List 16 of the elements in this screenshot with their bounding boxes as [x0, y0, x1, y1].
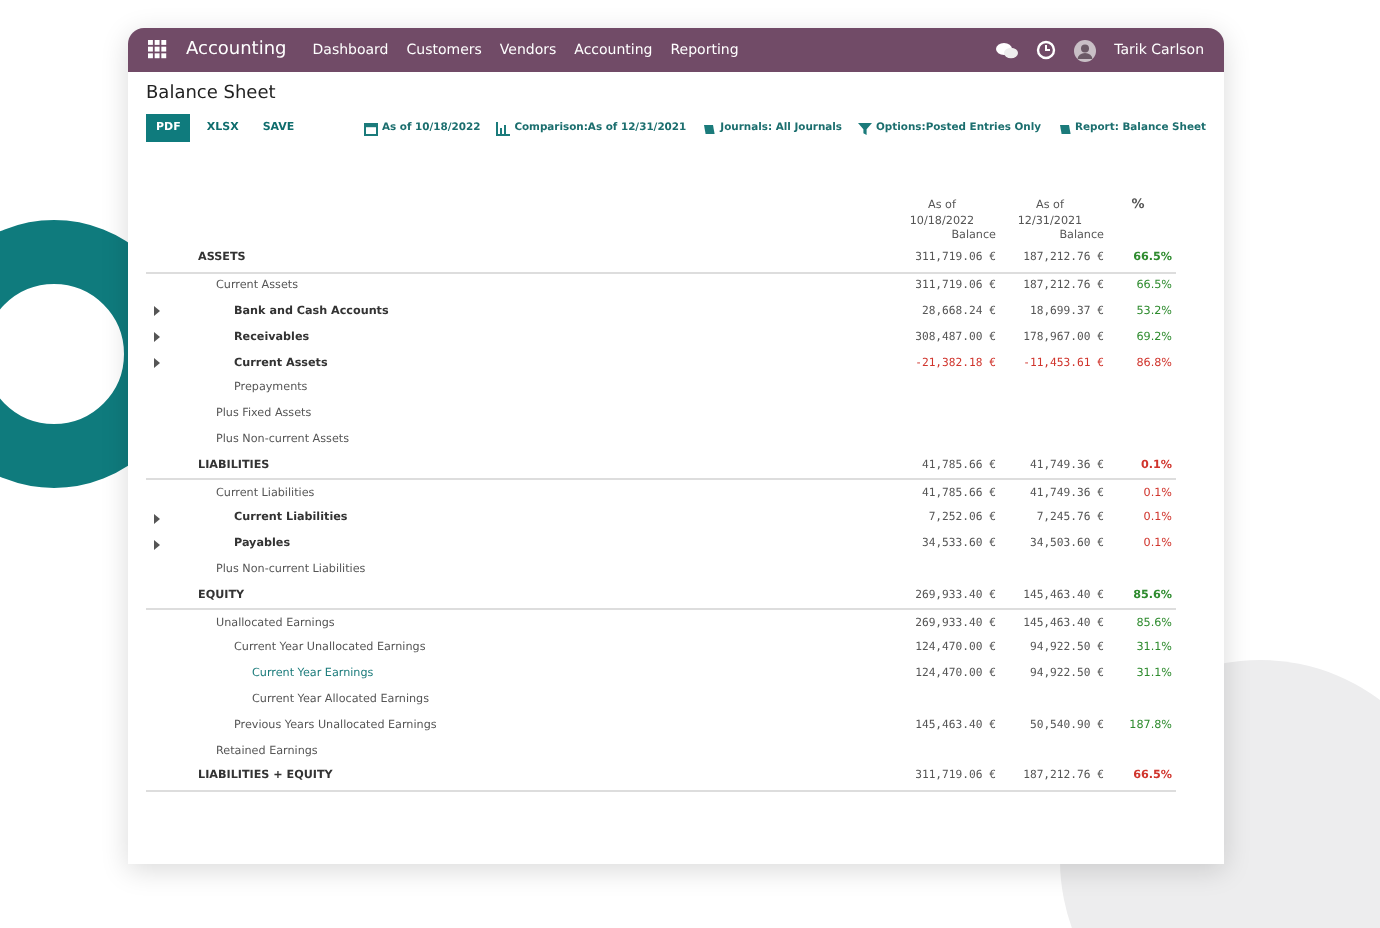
app-name[interactable]: Accounting: [186, 40, 287, 60]
caret-icon[interactable]: [154, 513, 162, 524]
caret-icon[interactable]: [154, 358, 162, 369]
caret-icon[interactable]: [154, 332, 162, 343]
book-icon: [702, 121, 717, 135]
caret-icon[interactable]: [154, 306, 162, 317]
calendar-icon: [363, 121, 378, 135]
book-icon: [1057, 121, 1072, 135]
apps-grid-icon[interactable]: [148, 40, 168, 60]
caret-icon[interactable]: [154, 539, 162, 550]
filter-icon: [858, 121, 873, 135]
avatar-icon[interactable]: [1074, 39, 1097, 61]
page-title: Balance Sheet: [144, 82, 278, 108]
bar-chart-icon: [496, 121, 511, 135]
clock-icon[interactable]: [1036, 40, 1057, 60]
chat-icon[interactable]: [996, 41, 1019, 59]
